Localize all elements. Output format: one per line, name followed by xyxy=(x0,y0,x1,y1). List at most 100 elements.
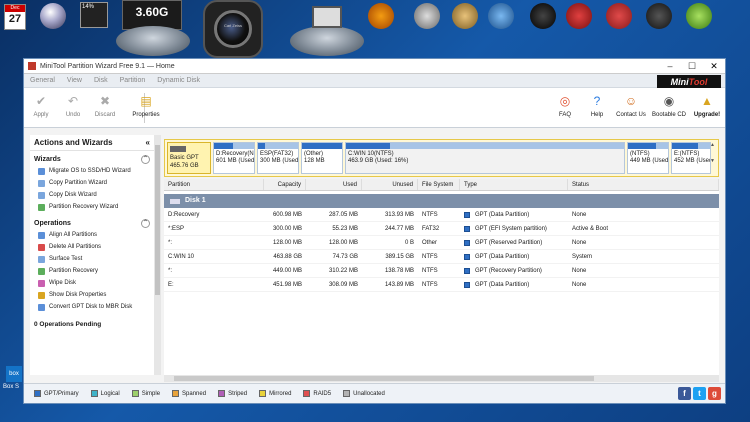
disk-map-partition[interactable]: (NTFS) 449 MB (Used: xyxy=(627,142,669,174)
upgrade-button[interactable]: ▲ Upgrade! xyxy=(690,94,724,118)
table-row[interactable]: E: 451.98 MB 308.09 MB 143.89 MB NTFS GP… xyxy=(164,278,719,292)
box-sync-label: Box S xyxy=(3,384,20,390)
collapse-sidebar-icon[interactable]: « xyxy=(146,138,150,147)
cell-status: None xyxy=(572,282,587,288)
menu-general[interactable]: General xyxy=(30,77,55,84)
disk-map-partition-selected[interactable]: C:WIN 10(NTFS) 463.9 GB (Used: 16%) xyxy=(345,142,625,174)
table-horizontal-scrollbar[interactable] xyxy=(164,375,719,382)
col-status[interactable]: Status xyxy=(568,179,719,190)
facebook-icon[interactable]: f xyxy=(678,387,691,400)
disk-map-partition[interactable]: E:(NTFS) 452 MB (Used: xyxy=(671,142,711,174)
tools-app-icon[interactable] xyxy=(452,3,478,29)
menu-disk[interactable]: Disk xyxy=(94,77,108,84)
col-unused[interactable]: Unused xyxy=(362,179,418,190)
discard-button[interactable]: ✖ Discard xyxy=(90,94,120,118)
cell-type-label: GPT (EFI System partition) xyxy=(475,225,547,232)
cell-type-label: GPT (Reserved Partition) xyxy=(475,239,543,246)
gpt-primary-icon xyxy=(464,267,470,274)
twitter-icon[interactable]: t xyxy=(693,387,706,400)
cell-capacity: 449.00 MB xyxy=(272,268,302,274)
google-plus-icon[interactable]: g xyxy=(708,387,721,400)
sidebar-item-align-all[interactable]: Align All Partitions xyxy=(34,229,150,241)
sidebar-item-copy-partition[interactable]: Copy Partition Wizard xyxy=(34,177,150,189)
scrollbar-thumb[interactable] xyxy=(155,145,160,295)
properties-button[interactable]: ▤ Properties xyxy=(128,94,164,118)
camera-lens-icon[interactable]: Carl Zeiss xyxy=(203,0,263,58)
disk-group-row[interactable]: Disk 1 xyxy=(164,194,719,208)
wizards-title-row[interactable]: Wizards ⌃ xyxy=(34,153,150,165)
legend-label: Logical xyxy=(100,390,120,397)
cell-status: None xyxy=(572,240,587,246)
sidebar-item-wipe-disk[interactable]: Wipe Disk xyxy=(34,277,150,289)
sidebar-item-copy-disk[interactable]: Copy Disk Wizard xyxy=(34,189,150,201)
menu-view[interactable]: View xyxy=(67,77,82,84)
download-app-icon[interactable] xyxy=(566,3,592,29)
scroll-up-icon[interactable]: ▲ xyxy=(709,142,716,158)
table-row[interactable]: *: 449.00 MB 310.22 MB 138.78 MB NTFS GP… xyxy=(164,264,719,278)
chevron-up-icon[interactable]: ⌃ xyxy=(141,154,150,164)
menu-partition[interactable]: Partition xyxy=(120,77,146,84)
contact-label: Contact Us xyxy=(616,112,646,118)
calendar-gadget[interactable]: Dec 27 xyxy=(4,4,26,30)
cell-status: Active & Boot xyxy=(572,226,609,232)
title-bar[interactable]: MiniTool Partition Wizard Free 9.1 — Hom… xyxy=(24,59,725,74)
faq-button[interactable]: ◎ FAQ xyxy=(550,94,580,118)
box-sync-icon[interactable]: box xyxy=(6,366,22,382)
menu-bar: General View Disk Partition Dynamic Disk xyxy=(24,74,725,88)
sidebar-item-partition-recovery[interactable]: Partition Recovery xyxy=(34,265,150,277)
disk-1-label[interactable]: Basic GPT 465.76 GB xyxy=(167,142,211,174)
menu-dynamic-disk[interactable]: Dynamic Disk xyxy=(157,77,200,84)
cell-unused: 138.78 MB xyxy=(384,268,414,274)
wrench-app-icon[interactable] xyxy=(530,3,556,29)
satellite-app-icon[interactable] xyxy=(488,3,514,29)
bootable-cd-button[interactable]: ◉ Bootable CD xyxy=(650,94,688,118)
apply-button[interactable]: ✔ Apply xyxy=(26,94,56,118)
minimize-button[interactable]: – xyxy=(659,61,681,72)
scrollbar-thumb[interactable] xyxy=(174,376,594,381)
col-used[interactable]: Used xyxy=(306,179,362,190)
disk-map-scrollbar[interactable]: ▲ ▼ xyxy=(709,142,716,174)
sidebar-item-surface-test[interactable]: Surface Test xyxy=(34,253,150,265)
checkmark-app-icon[interactable] xyxy=(686,3,712,29)
sidebar-item-label: Convert GPT Disk to MBR Disk xyxy=(49,304,133,310)
sidebar-item-disk-properties[interactable]: Show Disk Properties xyxy=(34,289,150,301)
dock-pedestal-icon xyxy=(116,26,190,56)
weather-globe-icon[interactable] xyxy=(40,3,66,29)
disk-map-partition[interactable]: D:Recovery(N 601 MB (Used: xyxy=(213,142,255,174)
lock-app-icon[interactable] xyxy=(414,3,440,29)
col-type[interactable]: Type xyxy=(460,179,568,190)
help-button[interactable]: ? Help xyxy=(582,94,612,118)
sidebar-item-delete-all[interactable]: Delete All Partitions xyxy=(34,241,150,253)
cleaner-app-icon[interactable] xyxy=(606,3,632,29)
col-partition[interactable]: Partition xyxy=(164,179,264,190)
sidebar-item-partition-recovery-wizard[interactable]: Partition Recovery Wizard xyxy=(34,201,150,213)
cell-type: GPT (Data Partition) xyxy=(460,208,568,221)
gpt-primary-icon xyxy=(464,253,470,260)
close-button[interactable]: ✕ xyxy=(703,61,725,72)
cpu-meter-gadget[interactable]: 14% xyxy=(80,2,108,28)
sidebar-item-label: Show Disk Properties xyxy=(49,292,107,298)
table-row[interactable]: *: 128.00 MB 128.00 MB 0 B Other GPT (Re… xyxy=(164,236,719,250)
scroll-down-icon[interactable]: ▼ xyxy=(709,158,716,174)
maximize-button[interactable]: ☐ xyxy=(681,61,703,72)
cell-unused: 389.15 GB xyxy=(385,254,414,260)
col-file-system[interactable]: File System xyxy=(418,179,460,190)
undo-button[interactable]: ↶ Undo xyxy=(58,94,88,118)
col-capacity[interactable]: Capacity xyxy=(264,179,306,190)
ninja-app-icon[interactable] xyxy=(646,3,672,29)
disk-map-partition[interactable]: (Other) 128 MB xyxy=(301,142,343,174)
chevron-up-icon[interactable]: ⌃ xyxy=(141,218,150,228)
operations-title-row[interactable]: Operations ⌃ xyxy=(34,217,150,229)
disk-map-partition[interactable]: ESP(FAT32) 300 MB (Used: xyxy=(257,142,299,174)
sidebar-item-convert-gpt-mbr[interactable]: Convert GPT Disk to MBR Disk xyxy=(34,301,150,313)
compass-app-icon[interactable] xyxy=(368,3,394,29)
table-row[interactable]: C:WIN 10 463.88 GB 74.73 GB 389.15 GB NT… xyxy=(164,250,719,264)
contact-us-button[interactable]: ☺ Contact Us xyxy=(614,94,648,118)
laptop-icon[interactable] xyxy=(312,6,342,28)
sidebar-item-migrate-os[interactable]: Migrate OS to SSD/HD Wizard xyxy=(34,165,150,177)
table-row[interactable]: *:ESP 300.00 MB 55.23 MB 244.77 MB FAT32… xyxy=(164,222,719,236)
legend-swatch xyxy=(131,390,139,397)
table-row[interactable]: D:Recovery 600.98 MB 287.05 MB 313.93 MB… xyxy=(164,208,719,222)
faq-label: FAQ xyxy=(558,112,571,118)
sidebar-scrollbar[interactable] xyxy=(154,135,161,375)
